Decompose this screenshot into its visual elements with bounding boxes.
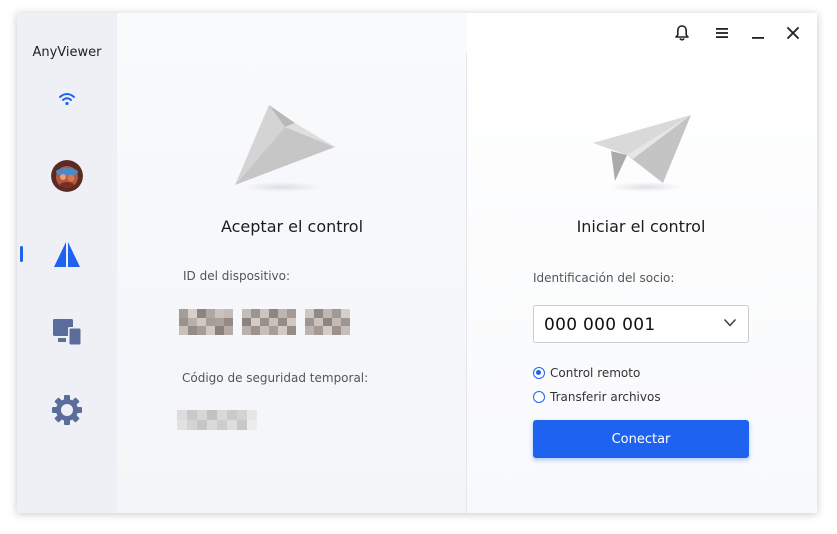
device-id-label: ID del dispositivo: (183, 269, 291, 283)
option-remote-control[interactable]: Control remoto (533, 365, 640, 381)
connect-button[interactable]: Conectar (533, 420, 749, 458)
radio-remote-control-label: Control remoto (550, 366, 641, 380)
avatar[interactable] (51, 160, 83, 192)
radio-file-transfer-label: Transferir archivos (550, 390, 661, 404)
app-window: AnyViewer Aceptar el control ID del disp… (17, 13, 817, 513)
security-code-value (177, 410, 257, 430)
partner-id-label: Identificación del socio: (533, 271, 675, 285)
minimize-icon[interactable] (749, 24, 767, 42)
radio-remote-control[interactable] (533, 367, 545, 379)
initiate-title: Iniciar el control (576, 217, 706, 236)
main-panel: Aceptar el control ID del dispositivo: C… (117, 13, 817, 513)
paper-plane-illustration (593, 115, 691, 192)
partner-id-value: 000 000 001 (544, 315, 656, 335)
close-icon[interactable] (784, 24, 802, 42)
app-name: AnyViewer (32, 45, 102, 60)
sidebar: AnyViewer (17, 13, 117, 513)
chevron-down-icon[interactable] (724, 319, 736, 327)
wifi-icon (59, 93, 75, 106)
device-id-value (179, 309, 355, 335)
panel-divider (466, 53, 467, 513)
accept-title: Aceptar el control (220, 217, 364, 236)
partner-id-select[interactable]: 000 000 001 (533, 305, 749, 343)
active-nav-indicator (20, 246, 23, 262)
devices-icon[interactable] (51, 316, 83, 348)
anyviewer-logo-icon[interactable] (51, 238, 83, 270)
menu-icon[interactable] (713, 24, 731, 42)
radio-file-transfer[interactable] (533, 391, 545, 403)
gear-icon[interactable] (51, 394, 83, 426)
option-file-transfer[interactable]: Transferir archivos (533, 389, 661, 405)
security-code-label: Código de seguridad temporal: (182, 371, 369, 385)
paper-plane-illustration (235, 105, 335, 192)
bell-icon[interactable] (673, 24, 691, 42)
